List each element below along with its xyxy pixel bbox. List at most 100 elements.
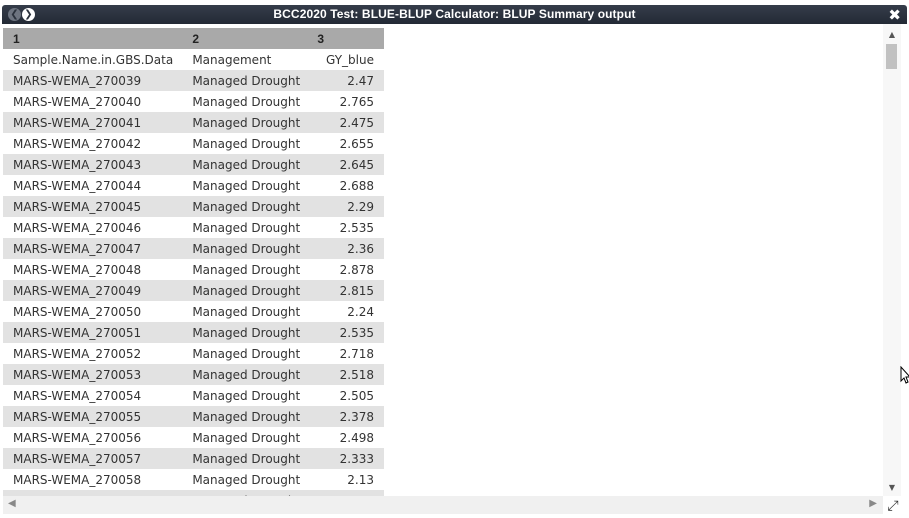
- table-cell[interactable]: 2.688: [307, 175, 384, 196]
- table-row: MARS-WEMA_270045 Managed Drought 2.29: [3, 196, 384, 217]
- table-cell[interactable]: MARS-WEMA_270046: [3, 217, 182, 238]
- table-cell[interactable]: Managed Drought: [182, 427, 307, 448]
- table-row: MARS-WEMA_270052 Managed Drought 2.718: [3, 343, 384, 364]
- table-cell[interactable]: 2.24: [307, 301, 384, 322]
- table-cell[interactable]: 2.645: [307, 154, 384, 175]
- scroll-down-icon[interactable]: ▼: [883, 483, 901, 492]
- table-cell[interactable]: MARS-WEMA_270050: [3, 301, 182, 322]
- table-cell[interactable]: 2.718: [307, 343, 384, 364]
- table-cell[interactable]: Managed Drought: [182, 238, 308, 259]
- table-body: Sample.Name.in.GBS.Data Management GY_blue…: [3, 49, 384, 496]
- table-cell[interactable]: MARS-WEMA_270056: [3, 427, 182, 448]
- table-cell[interactable]: 2.47: [307, 70, 384, 91]
- table-cell[interactable]: Managed Drought: [182, 196, 308, 217]
- table-cell[interactable]: MARS-WEMA_270039: [3, 70, 183, 91]
- table-cell[interactable]: Managed Drought: [182, 448, 308, 469]
- table-row: MARS-WEMA_270041 Managed Drought 2.475: [3, 112, 384, 133]
- scroll-up-icon[interactable]: ▲: [883, 30, 901, 39]
- table-cell[interactable]: 2.518: [307, 364, 384, 385]
- table-cell[interactable]: MARS-WEMA_270054: [3, 385, 182, 406]
- table-cell[interactable]: Managed Drought: [182, 70, 308, 91]
- summary-output-window: ❮ ❯ BCC2020 Test: BLUE-BLUP Calculator: …: [0, 0, 909, 518]
- table-cell[interactable]: 2.878: [307, 259, 384, 280]
- table-cell[interactable]: MARS-WEMA_270040: [3, 91, 182, 112]
- table-cell[interactable]: MARS-WEMA_270044: [3, 175, 182, 196]
- table-row: MARS-WEMA_270058 Managed Drought 2.13: [3, 469, 384, 490]
- table-cell[interactable]: Managed Drought: [182, 217, 307, 238]
- table-cell[interactable]: 2.815: [307, 280, 384, 301]
- table-row: MARS-WEMA_270053 Managed Drought 2.518: [3, 364, 384, 385]
- table-row: MARS-WEMA_270044 Managed Drought 2.688: [3, 175, 384, 196]
- table-cell[interactable]: Managed Drought: [182, 91, 307, 112]
- table-row: MARS-WEMA_270054 Managed Drought 2.505: [3, 385, 384, 406]
- table-cell[interactable]: Managed Drought: [182, 154, 308, 175]
- table-cell[interactable]: 2.36: [307, 238, 384, 259]
- vertical-scrollbar[interactable]: ▲ ▼: [883, 24, 901, 496]
- table-row: MARS-WEMA_270047 Managed Drought 2.36: [3, 238, 384, 259]
- table-header-row: 1 2 3: [3, 28, 384, 49]
- table-cell[interactable]: MARS-WEMA_270047: [3, 238, 183, 259]
- table-cell[interactable]: MARS-WEMA_270058: [3, 469, 182, 490]
- table-column-names-row: Sample.Name.in.GBS.Data Management GY_blue: [3, 49, 384, 70]
- close-icon[interactable]: ✖: [888, 6, 901, 24]
- table-row: MARS-WEMA_270042 Managed Drought 2.655: [3, 133, 384, 154]
- table-cell[interactable]: 2.535: [307, 217, 384, 238]
- table-row: MARS-WEMA_270051 Managed Drought 2.535: [3, 322, 384, 343]
- column-header-3[interactable]: 3: [307, 28, 384, 49]
- table-cell[interactable]: 2.475: [307, 112, 384, 133]
- table-cell[interactable]: Managed Drought: [182, 364, 308, 385]
- table-row: MARS-WEMA_270049 Managed Drought 2.815: [3, 280, 384, 301]
- table-cell[interactable]: Managed Drought: [182, 406, 308, 427]
- horizontal-scrollbar[interactable]: ◀ ▶: [3, 496, 883, 514]
- table-cell[interactable]: 2.505: [307, 385, 384, 406]
- table-cell[interactable]: Managed Drought: [182, 385, 307, 406]
- table-cell[interactable]: MARS-WEMA_270048: [3, 259, 182, 280]
- table-cell[interactable]: 2.13: [307, 469, 384, 490]
- table-cell[interactable]: MARS-WEMA_270055: [3, 406, 183, 427]
- table-cell[interactable]: Management: [182, 49, 307, 70]
- table-row: MARS-WEMA_270039 Managed Drought 2.47: [3, 70, 384, 91]
- table-cell[interactable]: 2.29: [307, 196, 384, 217]
- table-cell[interactable]: MARS-WEMA_270041: [3, 112, 183, 133]
- table-cell[interactable]: 2.535: [307, 322, 384, 343]
- table-cell[interactable]: Managed Drought: [182, 322, 308, 343]
- table-cell[interactable]: MARS-WEMA_270053: [3, 364, 183, 385]
- table-cell[interactable]: MARS-WEMA_270052: [3, 343, 182, 364]
- table-cell[interactable]: 2.378: [307, 406, 384, 427]
- table-cell[interactable]: Managed Drought: [182, 301, 307, 322]
- scroll-right-icon[interactable]: ▶: [869, 498, 877, 509]
- table-cell[interactable]: GY_blue: [307, 49, 384, 70]
- scroll-left-icon[interactable]: ◀: [8, 498, 16, 509]
- table-cell[interactable]: Managed Drought: [182, 112, 308, 133]
- table-row: MARS-WEMA_270043 Managed Drought 2.645: [3, 154, 384, 175]
- table-cell[interactable]: Managed Drought: [182, 259, 307, 280]
- window-title: BCC2020 Test: BLUE-BLUP Calculator: BLUP…: [273, 7, 636, 21]
- column-header-2[interactable]: 2: [182, 28, 308, 49]
- window-titlebar[interactable]: ❮ ❯ BCC2020 Test: BLUE-BLUP Calculator: …: [2, 5, 907, 24]
- table-cell[interactable]: Managed Drought: [182, 343, 307, 364]
- table-cell[interactable]: Managed Drought: [182, 469, 307, 490]
- table-cell[interactable]: Managed Drought: [182, 133, 307, 154]
- table-cell[interactable]: MARS-WEMA_270043: [3, 154, 183, 175]
- column-header-1[interactable]: 1: [3, 28, 183, 49]
- table-cell[interactable]: MARS-WEMA_270057: [3, 448, 183, 469]
- table-cell[interactable]: Managed Drought: [182, 280, 308, 301]
- table-row: MARS-WEMA_270056 Managed Drought 2.498: [3, 427, 384, 448]
- table-row: MARS-WEMA_270050 Managed Drought 2.24: [3, 301, 384, 322]
- table-cell[interactable]: Sample.Name.in.GBS.Data: [3, 49, 182, 70]
- vertical-scroll-thumb[interactable]: [886, 44, 897, 69]
- expand-icon[interactable]: ⤢: [885, 498, 901, 514]
- table-cell[interactable]: 2.765: [307, 91, 384, 112]
- table-cell[interactable]: 2.333: [307, 448, 384, 469]
- table-viewport[interactable]: 1 2 3 Sample.Name.in.GBS.Data Management G…: [3, 24, 882, 496]
- table-cell[interactable]: 2.498: [307, 427, 384, 448]
- table-cell[interactable]: MARS-WEMA_270045: [3, 196, 183, 217]
- table-cell[interactable]: MARS-WEMA_270049: [3, 280, 183, 301]
- table-cell[interactable]: 2.655: [307, 133, 384, 154]
- table-cell[interactable]: Managed Drought: [182, 175, 307, 196]
- table-cell[interactable]: MARS-WEMA_270051: [3, 322, 183, 343]
- table-row: MARS-WEMA_270057 Managed Drought 2.333: [3, 448, 384, 469]
- table-cell[interactable]: MARS-WEMA_270042: [3, 133, 182, 154]
- table-row: MARS-WEMA_270055 Managed Drought 2.378: [3, 406, 384, 427]
- mouse-cursor-icon: [900, 366, 909, 384]
